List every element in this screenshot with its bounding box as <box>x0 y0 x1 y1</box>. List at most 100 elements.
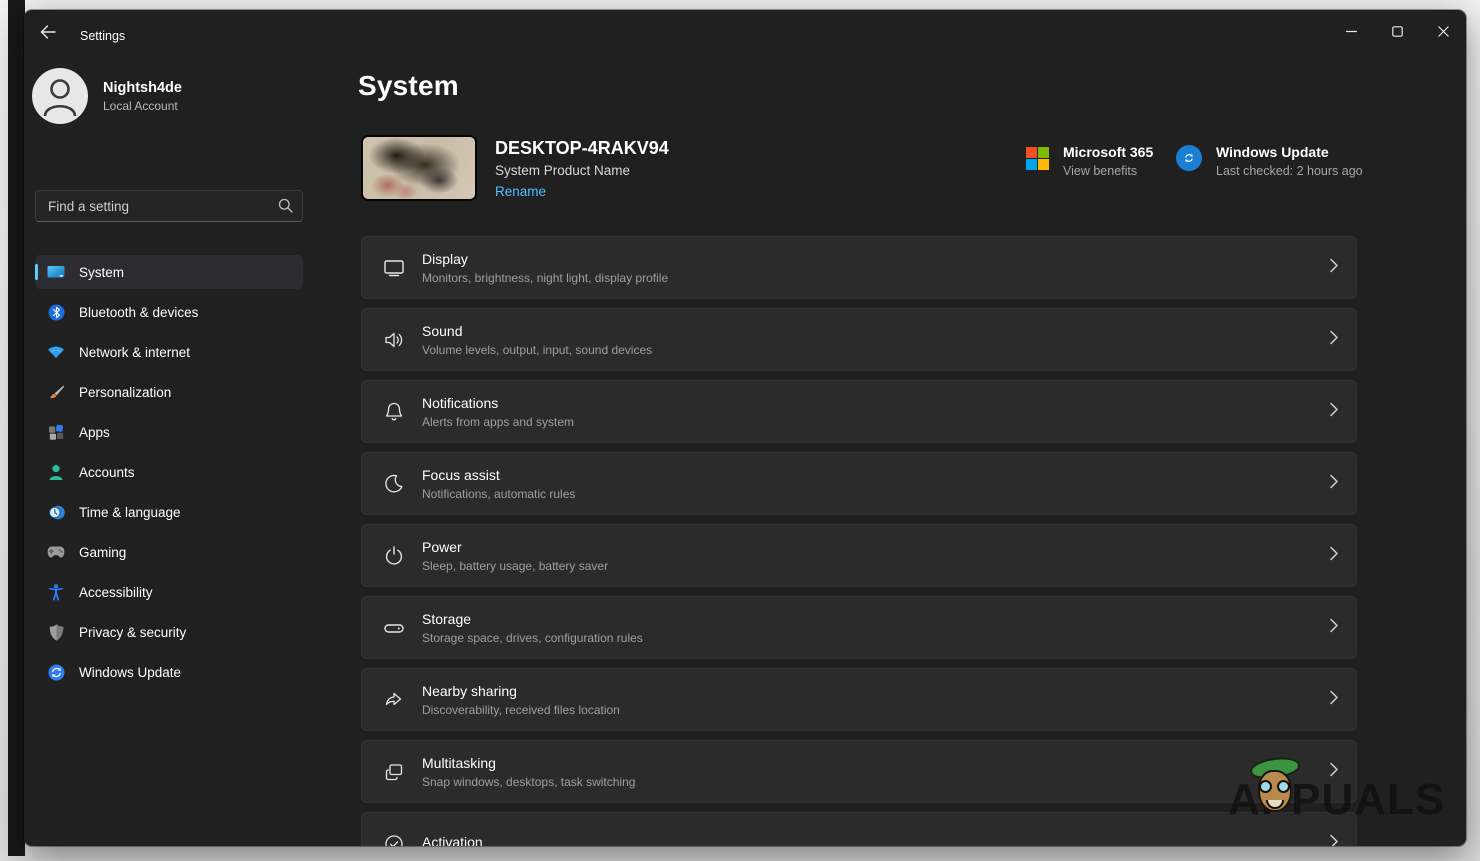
chevron-right-icon <box>1330 834 1338 846</box>
chevron-right-icon <box>1330 474 1338 493</box>
device-header: DESKTOP-4RAKV94 System Product Name Rena… <box>361 135 1446 201</box>
sound-icon <box>382 328 406 352</box>
sidebar-item-gaming[interactable]: Gaming <box>35 535 303 569</box>
sidebar-item-accessibility[interactable]: Accessibility <box>35 575 303 609</box>
storage-drive-icon <box>382 616 406 640</box>
card-subtitle: Sleep, battery usage, battery saver <box>422 559 608 573</box>
bell-icon <box>382 400 406 424</box>
sidebar-item-label: Time & language <box>79 505 181 520</box>
card-sound[interactable]: Sound Volume levels, output, input, soun… <box>361 308 1357 371</box>
sidebar-item-label: Bluetooth & devices <box>79 305 198 320</box>
ms365-title: Microsoft 365 <box>1063 144 1153 160</box>
main-content: System DESKTOP-4RAKV94 System Product Na… <box>334 58 1466 846</box>
maximize-button[interactable] <box>1374 10 1420 52</box>
card-subtitle: Volume levels, output, input, sound devi… <box>422 343 652 357</box>
chevron-right-icon <box>1330 762 1338 781</box>
sidebar-item-accounts[interactable]: Accounts <box>35 455 303 489</box>
sidebar-item-bluetooth-devices[interactable]: Bluetooth & devices <box>35 295 303 329</box>
sidebar-item-label: Windows Update <box>79 665 181 680</box>
accounts-icon <box>47 463 65 481</box>
apps-icon <box>47 423 65 441</box>
card-focus-assist[interactable]: Focus assist Notifications, automatic ru… <box>361 452 1357 515</box>
close-button[interactable] <box>1420 10 1466 52</box>
settings-list: Display Monitors, brightness, night ligh… <box>361 236 1357 846</box>
device-product-name: System Product Name <box>495 163 630 178</box>
card-title: Nearby sharing <box>422 683 620 699</box>
windows-update-status: Last checked: 2 hours ago <box>1216 164 1363 178</box>
card-notifications[interactable]: Notifications Alerts from apps and syste… <box>361 380 1357 443</box>
card-nearby-sharing[interactable]: Nearby sharing Discoverability, received… <box>361 668 1357 731</box>
wifi-icon <box>47 343 65 361</box>
microsoft-365-block[interactable]: Microsoft 365 View benefits <box>1026 144 1153 178</box>
windows-update-title: Windows Update <box>1216 144 1363 160</box>
card-title: Sound <box>422 323 652 339</box>
power-icon <box>382 544 406 568</box>
card-title: Storage <box>422 611 643 627</box>
search-icon <box>278 198 293 218</box>
sidebar-item-label: Apps <box>79 425 110 440</box>
card-subtitle: Monitors, brightness, night light, displ… <box>422 271 668 285</box>
sidebar-item-windows-update[interactable]: Windows Update <box>35 655 303 689</box>
sidebar-nav: System Bluetooth & devices Network & int… <box>35 255 303 689</box>
card-subtitle: Alerts from apps and system <box>422 415 574 429</box>
profile[interactable]: Nightsh4de Local Account <box>32 68 182 124</box>
moon-icon <box>382 472 406 496</box>
minimize-button[interactable] <box>1328 10 1374 52</box>
sidebar-item-label: Accessibility <box>79 585 153 600</box>
back-button[interactable] <box>30 18 66 50</box>
profile-name: Nightsh4de <box>103 80 182 96</box>
avatar <box>32 68 88 124</box>
sidebar-item-label: Privacy & security <box>79 625 186 640</box>
profile-type: Local Account <box>103 99 182 113</box>
card-subtitle: Discoverability, received files location <box>422 703 620 717</box>
card-title: Power <box>422 539 608 555</box>
rename-link[interactable]: Rename <box>495 184 546 199</box>
card-subtitle: Storage space, drives, configuration rul… <box>422 631 643 645</box>
card-storage[interactable]: Storage Storage space, drives, configura… <box>361 596 1357 659</box>
chevron-right-icon <box>1330 546 1338 565</box>
shield-icon <box>47 623 65 641</box>
window-controls <box>1328 10 1466 52</box>
check-circle-icon <box>382 832 406 847</box>
sidebar-item-label: Personalization <box>79 385 171 400</box>
app-title: Settings <box>80 29 125 43</box>
card-activation[interactable]: Activation <box>361 812 1357 846</box>
card-title: Multitasking <box>422 755 635 771</box>
card-power[interactable]: Power Sleep, battery usage, battery save… <box>361 524 1357 587</box>
brush-icon <box>47 383 65 401</box>
device-thumbnail <box>361 135 477 201</box>
card-display[interactable]: Display Monitors, brightness, night ligh… <box>361 236 1357 299</box>
sidebar-item-system[interactable]: System <box>35 255 303 289</box>
multitasking-windows-icon <box>382 760 406 784</box>
background-window-edge <box>8 0 25 856</box>
windows-update-block[interactable]: Windows Update Last checked: 2 hours ago <box>1176 144 1363 178</box>
system-icon <box>47 263 65 281</box>
sidebar-item-time-language[interactable]: Time & language <box>35 495 303 529</box>
card-multitasking[interactable]: Multitasking Snap windows, desktops, tas… <box>361 740 1357 803</box>
ms365-subtitle[interactable]: View benefits <box>1063 164 1153 178</box>
sidebar-item-personalization[interactable]: Personalization <box>35 375 303 409</box>
sync-icon <box>1176 145 1202 171</box>
card-subtitle: Snap windows, desktops, task switching <box>422 775 635 789</box>
chevron-right-icon <box>1330 690 1338 709</box>
card-subtitle: Notifications, automatic rules <box>422 487 575 501</box>
sidebar-item-privacy-security[interactable]: Privacy & security <box>35 615 303 649</box>
chevron-right-icon <box>1330 258 1338 277</box>
gamepad-icon <box>47 543 65 561</box>
windows-update-icon <box>47 663 65 681</box>
chevron-right-icon <box>1330 330 1338 349</box>
search-input[interactable] <box>35 190 303 222</box>
sidebar: Nightsh4de Local Account System <box>24 58 324 846</box>
sidebar-item-apps[interactable]: Apps <box>35 415 303 449</box>
titlebar: Settings <box>24 10 1466 58</box>
settings-window: Settings Nightsh4de Local Acc <box>24 10 1466 846</box>
card-title: Activation <box>422 834 483 847</box>
card-title: Display <box>422 251 668 267</box>
back-arrow-icon <box>40 25 56 44</box>
device-name: DESKTOP-4RAKV94 <box>495 138 669 159</box>
sidebar-item-label: System <box>79 265 124 280</box>
share-icon <box>382 688 406 712</box>
person-icon <box>41 76 79 116</box>
chevron-right-icon <box>1330 402 1338 421</box>
sidebar-item-network-internet[interactable]: Network & internet <box>35 335 303 369</box>
